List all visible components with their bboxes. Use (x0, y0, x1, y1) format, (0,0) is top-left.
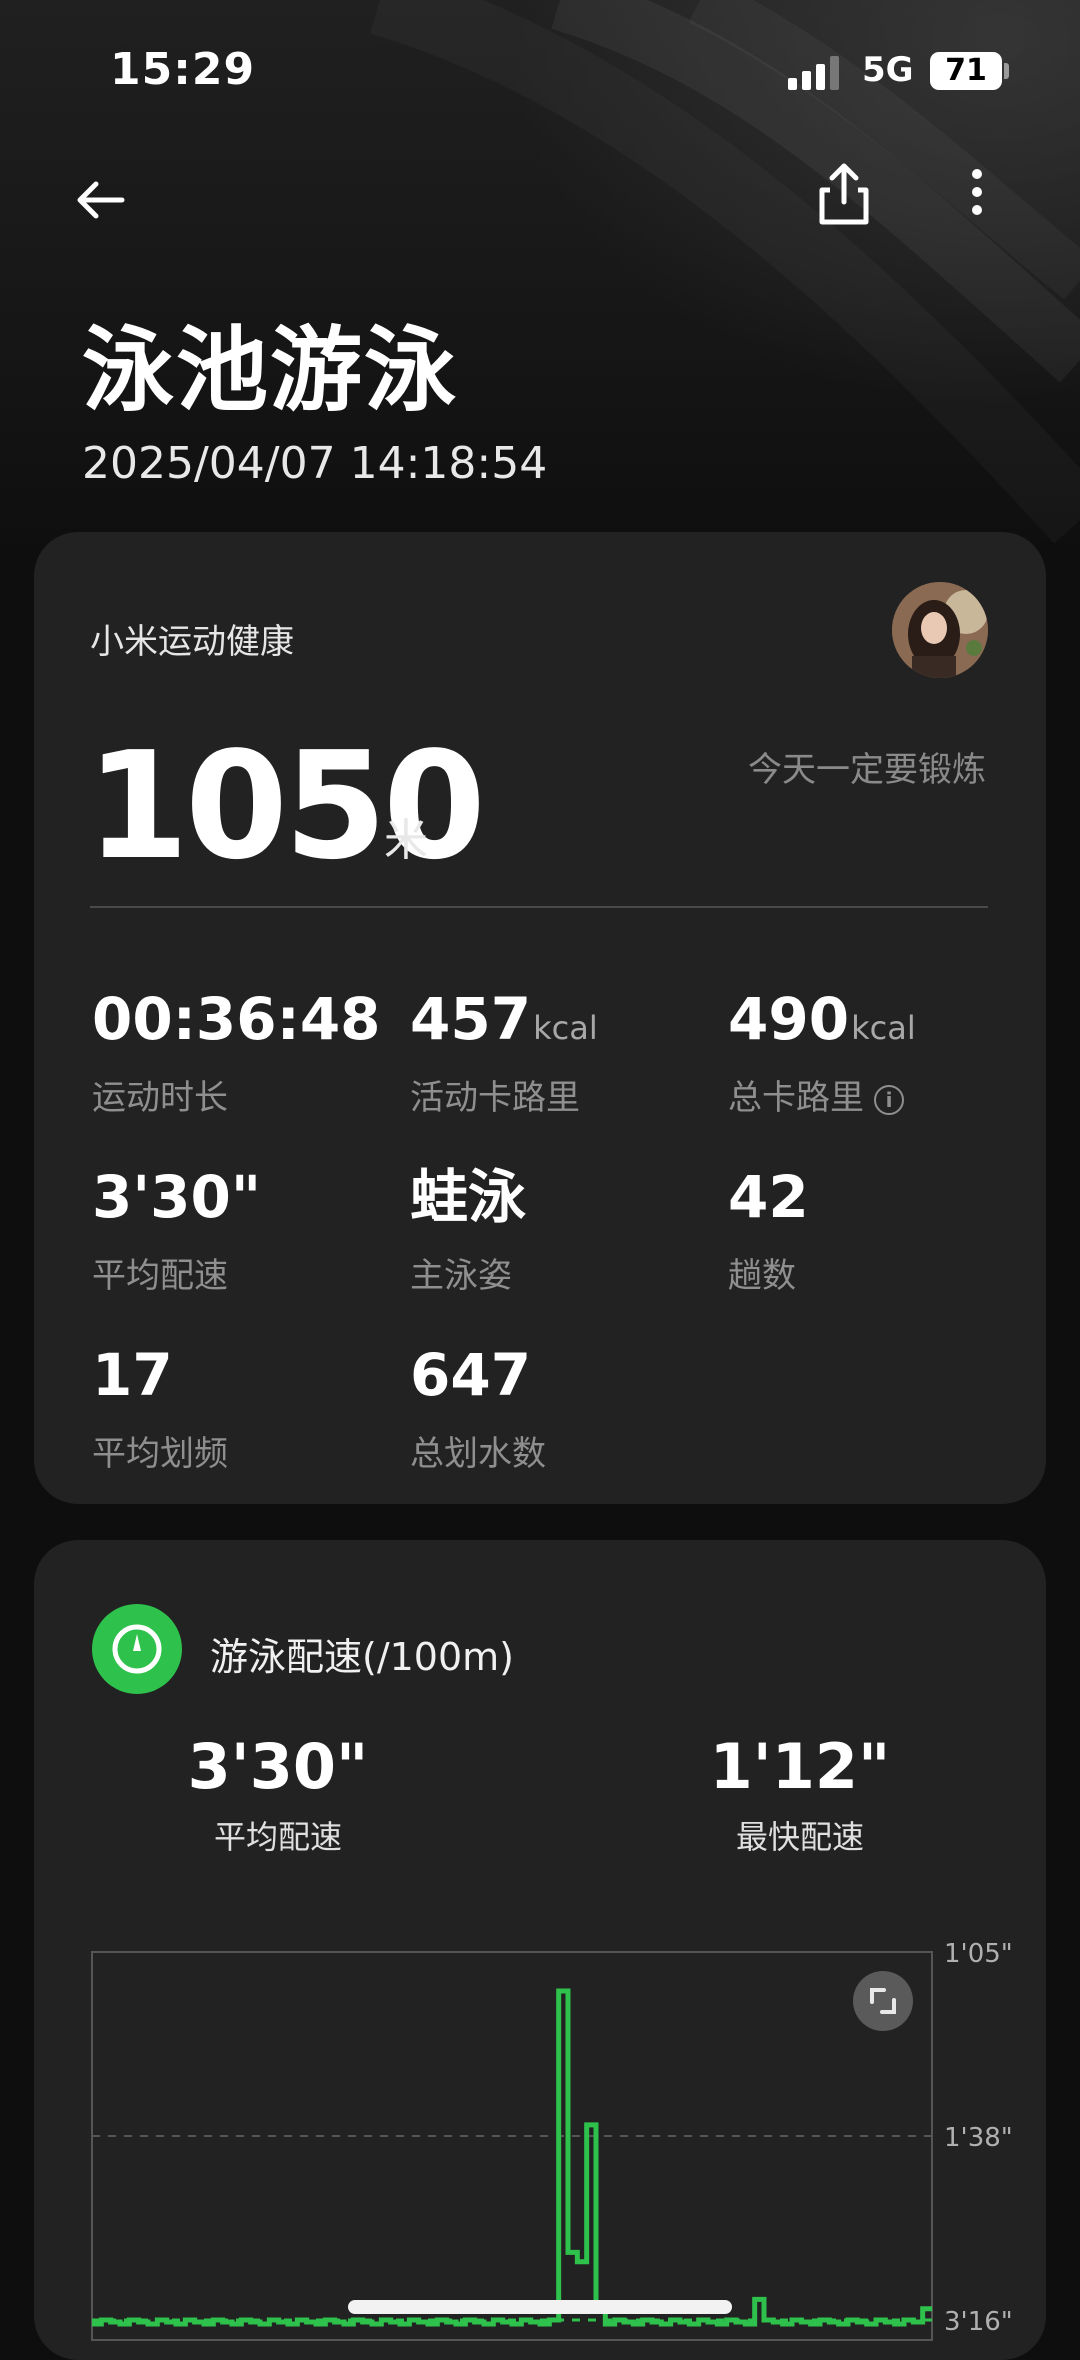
stat-laps: 42 趟数 (728, 1168, 809, 1297)
chart-point (913, 2322, 922, 2340)
pace-chart[interactable]: 1'05" 1'38" 3'16" (34, 1540, 1046, 2360)
stat-value: 3'30" (92, 1163, 262, 1231)
chart-tick-label: 1'38" (944, 2123, 1013, 2153)
stat-stroke-rate: 17 平均划频 (92, 1346, 228, 1475)
app-name: 小米运动健康 (90, 622, 294, 662)
distance-unit: 米 (384, 815, 428, 866)
stat-value: 647 (410, 1341, 532, 1409)
status-time: 15:29 (110, 44, 256, 95)
stat-label: 总划水数 (410, 1434, 546, 1474)
stat-value: 蛙泳 (410, 1163, 527, 1231)
stat-value: 00:36:48 (92, 985, 381, 1053)
stat-label: 总卡路里 (728, 1078, 864, 1118)
stat-total-calories: 490kcal 总卡路里 i (728, 990, 916, 1119)
more-vertical-icon[interactable] (962, 164, 992, 228)
stat-avg-pace: 3'30" 平均配速 (92, 1168, 261, 1297)
motto-text: 今天一定要锻炼 (748, 750, 986, 790)
page-title: 泳池游泳 (82, 317, 459, 424)
divider (90, 906, 988, 908)
summary-card: 小米运动健康 1050 米 今天一定要锻炼 00:36:48 运动时长 457k… (34, 532, 1046, 1504)
avatar[interactable] (892, 582, 988, 678)
status-bar: 15:29 5G 71 (0, 0, 1080, 140)
stat-value: 17 (92, 1341, 173, 1409)
info-icon[interactable]: i (874, 1084, 904, 1115)
stat-label: 趟数 (728, 1256, 796, 1296)
signal-icon (788, 56, 840, 90)
stat-unit: kcal (851, 1009, 916, 1047)
stat-label: 活动卡路里 (410, 1078, 580, 1118)
stat-duration: 00:36:48 运动时长 (92, 990, 383, 1119)
stat-unit: kcal (533, 1009, 598, 1047)
chart-tick-label: 1'05" (944, 1939, 1013, 1969)
chart-tick-label: 3'16" (944, 2307, 1013, 2337)
stat-label: 运动时长 (92, 1078, 228, 1118)
battery-icon: 71 (930, 52, 1002, 90)
top-nav (0, 160, 1080, 260)
stat-value: 490 (728, 985, 850, 1053)
stat-label: 平均划频 (92, 1434, 228, 1474)
chart-series-line (92, 1988, 932, 2327)
arrow-left-icon[interactable] (70, 170, 130, 234)
battery-cap (1004, 63, 1009, 79)
chart-frame (91, 1951, 933, 2341)
stat-label: 主泳姿 (410, 1256, 512, 1296)
stat-label: 平均配速 (92, 1256, 228, 1296)
stat-total-strokes: 647 总划水数 (410, 1346, 546, 1475)
workout-datetime: 2025/04/07 14:18:54 (82, 438, 548, 489)
home-indicator[interactable] (348, 2300, 732, 2314)
chart-point (568, 2252, 577, 2340)
stat-main-stroke: 蛙泳 主泳姿 (410, 1168, 526, 1297)
stat-value: 42 (728, 1163, 809, 1231)
expand-icon[interactable] (852, 1970, 914, 2036)
pace-card: 游泳配速(/100m) 3'30" 平均配速 1'12" 最快配速 1'05" 1… (34, 1540, 1046, 2360)
stat-value: 457 (410, 985, 532, 1053)
stat-active-calories: 457kcal 活动卡路里 (410, 990, 598, 1119)
share-icon[interactable] (812, 160, 876, 234)
network-type: 5G (862, 50, 914, 90)
